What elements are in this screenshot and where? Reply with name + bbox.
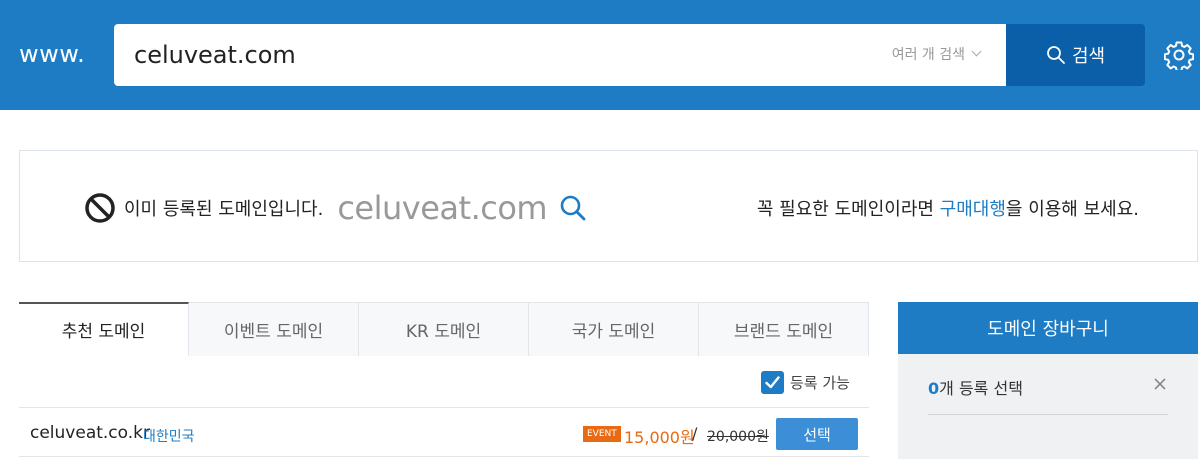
original-price: 20,000원 [707,429,769,445]
tab-kr[interactable]: KR 도메인 [359,302,529,356]
price-separator: / [692,424,698,443]
notice-domain: celuveat.com [337,189,548,227]
cart-title: 도메인 장바구니 [898,302,1198,354]
cart-divider [928,414,1168,415]
available-checkbox[interactable] [761,371,784,394]
multi-search-dropdown[interactable]: 여러 개 검색 [891,44,982,64]
notice-right-suffix: 을 이용해 보세요. [1005,199,1139,220]
domain-tabs: 추천 도메인 이벤트 도메인 KR 도메인 국가 도메인 브랜드 도메인 [19,302,869,356]
notice-right-prefix: 꼭 필요한 도메인이라면 [756,199,940,220]
result-domain: celuveat.co.kr [30,423,150,443]
tab-brand[interactable]: 브랜드 도메인 [699,302,869,356]
row-divider [19,456,869,457]
domain-cart: 도메인 장바구니 0개 등록 선택 [898,302,1198,459]
result-country: 대한민국 [143,429,195,445]
purchase-agency-notice: 꼭 필요한 도메인이라면 구매대행을 이용해 보세요. [757,195,1139,221]
chevron-down-icon [971,46,982,57]
close-icon[interactable] [1152,376,1168,392]
search-button-label: 검색 [1071,46,1106,67]
cart-count-number: 0 [928,379,940,398]
cart-count: 0개 등록 선택 [928,375,1023,399]
top-header: www. 여러 개 검색 검색 [0,0,1200,110]
tab-event[interactable]: 이벤트 도메인 [189,302,359,356]
ban-icon [85,193,115,223]
notice-message: 이미 등록된 도메인입니다. [124,199,324,220]
tab-recommended[interactable]: 추천 도메인 [19,302,189,356]
cart-count-label: 개 등록 선택 [939,379,1023,398]
sale-price: 15,000원 [624,428,695,447]
search-button[interactable]: 검색 [1006,24,1145,86]
multi-search-label: 여러 개 검색 [891,47,965,63]
event-badge: EVENT [583,426,621,442]
search-icon [1047,46,1065,64]
available-filter-label: 등록 가능 [790,374,850,392]
gear-icon[interactable] [1164,40,1194,70]
registered-notice-panel: 이미 등록된 도메인입니다. celuveat.com 꼭 필요한 도메인이라면… [19,150,1198,262]
purchase-agency-link[interactable]: 구매대행 [940,199,1006,220]
search-box: 여러 개 검색 [114,24,1006,86]
notice-left: 이미 등록된 도메인입니다. celuveat.com [84,189,587,227]
domain-search-input[interactable] [134,24,834,86]
www-prefix: www. [19,40,86,68]
tab-country[interactable]: 국가 도메인 [529,302,699,356]
checkmark-icon [765,376,780,389]
table-row: celuveat.co.kr 대한민국 EVENT 15,000원 / 20,0… [19,408,869,456]
available-filter[interactable]: 등록 가능 [761,371,850,394]
select-button[interactable]: 선택 [776,418,858,450]
whois-search-icon[interactable] [559,194,587,222]
